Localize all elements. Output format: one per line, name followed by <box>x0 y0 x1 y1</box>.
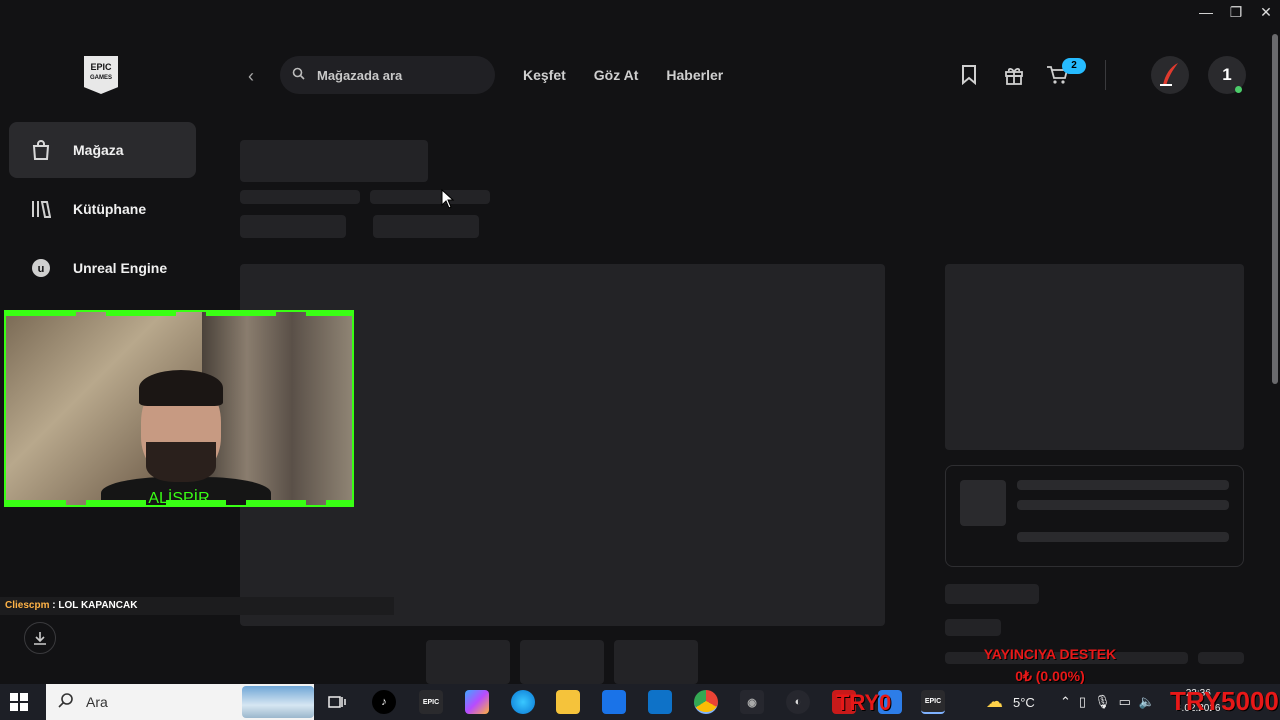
skeleton-line <box>240 190 360 204</box>
task-view-icon[interactable] <box>325 690 349 714</box>
close-button[interactable]: ✕ <box>1258 4 1274 20</box>
skeleton-chip <box>240 215 346 238</box>
svg-text:u: u <box>38 263 45 275</box>
outlook-icon[interactable] <box>648 690 672 714</box>
sidebar-item-label: Unreal Engine <box>73 260 168 276</box>
taskbar-search-label: Ara <box>86 694 108 710</box>
skeleton-line <box>1017 532 1229 542</box>
quill-logo-icon <box>1160 63 1178 86</box>
nav-browse[interactable]: Göz At <box>594 67 639 83</box>
webcam-overlay: ALİSPİR <box>4 310 354 507</box>
sidebar-item-unreal-engine[interactable]: u Unreal Engine <box>9 240 196 296</box>
nav-news[interactable]: Haberler <box>666 67 723 83</box>
weather-temp: 5°C <box>1013 694 1035 710</box>
library-icon <box>31 199 51 219</box>
download-icon[interactable] <box>24 622 56 654</box>
skeleton-line <box>945 584 1039 604</box>
epic-games-taskbar-icon[interactable]: EPIC <box>419 690 443 714</box>
webcam-person-beard <box>146 442 216 482</box>
donation-overlay-right: TRY5000 <box>1170 686 1279 716</box>
skeleton-line <box>1017 480 1229 490</box>
obs-icon[interactable]: ◐ <box>786 690 810 714</box>
weather-widget[interactable]: ☁ 5°C <box>986 684 1035 720</box>
search-highlight-image <box>242 686 314 718</box>
scrollbar[interactable] <box>1272 34 1278 384</box>
skeleton-line <box>370 190 490 204</box>
sidebar-item-label: Kütüphane <box>73 201 147 217</box>
epic-launcher-active-icon[interactable]: EPIC <box>921 690 945 714</box>
taskbar-search[interactable]: Ara <box>46 684 314 720</box>
skeleton-tile <box>426 640 510 684</box>
copilot-icon[interactable] <box>465 690 489 714</box>
donation-title: YAYINCIYA DESTEK <box>983 646 1117 662</box>
sidebar-item-library[interactable]: Kütüphane <box>9 181 196 237</box>
skeleton-chip <box>373 215 479 238</box>
skeleton-line <box>945 619 1001 636</box>
donation-widget: YAYINCIYA DESTEK 0₺ (0.00%) <box>940 643 1160 687</box>
skeleton-tile <box>520 640 604 684</box>
skeleton-tile <box>614 640 698 684</box>
chrome-icon[interactable] <box>694 690 718 714</box>
windows-start-icon[interactable] <box>10 693 28 711</box>
chat-text: LOL KAPANCAK <box>58 600 138 611</box>
online-status-dot <box>1235 86 1242 93</box>
sidebar-item-store[interactable]: Mağaza <box>9 122 196 178</box>
search-bar[interactable] <box>280 56 495 94</box>
donation-overlay-left: TRY0 <box>836 690 892 715</box>
chat-username: Cliescpm <box>5 600 50 611</box>
search-icon <box>58 692 74 712</box>
logo-text-bottom: GAMES <box>89 75 112 81</box>
gift-icon[interactable] <box>1003 64 1025 86</box>
logo-text-top: EPIC <box>90 62 112 72</box>
edge-icon[interactable] <box>511 690 535 714</box>
minimize-button[interactable]: — <box>1198 4 1214 20</box>
skeleton-side-banner <box>945 264 1244 450</box>
weather-icon: ☁ <box>986 692 1003 711</box>
brand-avatar[interactable] <box>1151 56 1189 94</box>
cart-count-badge: 2 <box>1062 58 1086 74</box>
shopping-bag-icon <box>31 140 51 160</box>
volume-icon[interactable]: 🔈 <box>1139 694 1155 710</box>
device-icon[interactable]: ▯ <box>1079 694 1086 710</box>
ms-store-icon[interactable] <box>602 690 626 714</box>
file-explorer-icon[interactable] <box>556 690 580 714</box>
mouse-cursor-icon <box>441 189 455 209</box>
network-icon[interactable]: ▭ <box>1119 694 1131 710</box>
top-navigation: Keşfet Göz At Haberler <box>523 67 723 83</box>
streamer-name: ALİSPİR <box>148 490 210 507</box>
tiktok-icon[interactable]: ♪ <box>372 690 396 714</box>
sidebar-item-label: Mağaza <box>73 142 124 158</box>
system-tray: ⌃ ▯ 🎙 ▭ 🔈 <box>1060 684 1155 720</box>
skeleton-title <box>240 140 428 182</box>
epic-games-logo[interactable]: EPIC GAMES <box>84 56 118 94</box>
back-arrow-icon[interactable]: ‹ <box>248 66 254 87</box>
restore-button[interactable]: ❐ <box>1228 4 1244 20</box>
toolbar-divider <box>1105 60 1106 90</box>
microphone-icon[interactable]: 🎙 <box>1094 694 1111 710</box>
search-icon <box>292 67 305 83</box>
skeleton-line <box>1017 500 1229 510</box>
chat-message: Cliescpm : LOL KAPANCAK <box>0 597 394 615</box>
webcam-frame-top <box>6 312 352 316</box>
search-input[interactable] <box>317 67 477 83</box>
window-controls: — ❐ ✕ <box>1198 4 1274 21</box>
nav-discover[interactable]: Keşfet <box>523 67 566 83</box>
webcam-person-hair <box>139 370 223 406</box>
windows-taskbar: Ara ♪ EPIC ◉ ◐ EPIC ☁ 5°C ⌃ ▯ 🎙 ▭ 🔈 22:3… <box>0 684 1280 720</box>
davinci-icon[interactable]: ◉ <box>740 690 764 714</box>
skeleton-line <box>1198 652 1244 664</box>
wishlist-icon[interactable] <box>958 64 980 86</box>
chevron-up-icon[interactable]: ⌃ <box>1060 694 1071 710</box>
skeleton-thumb <box>960 480 1006 526</box>
unreal-icon: u <box>31 258 51 278</box>
